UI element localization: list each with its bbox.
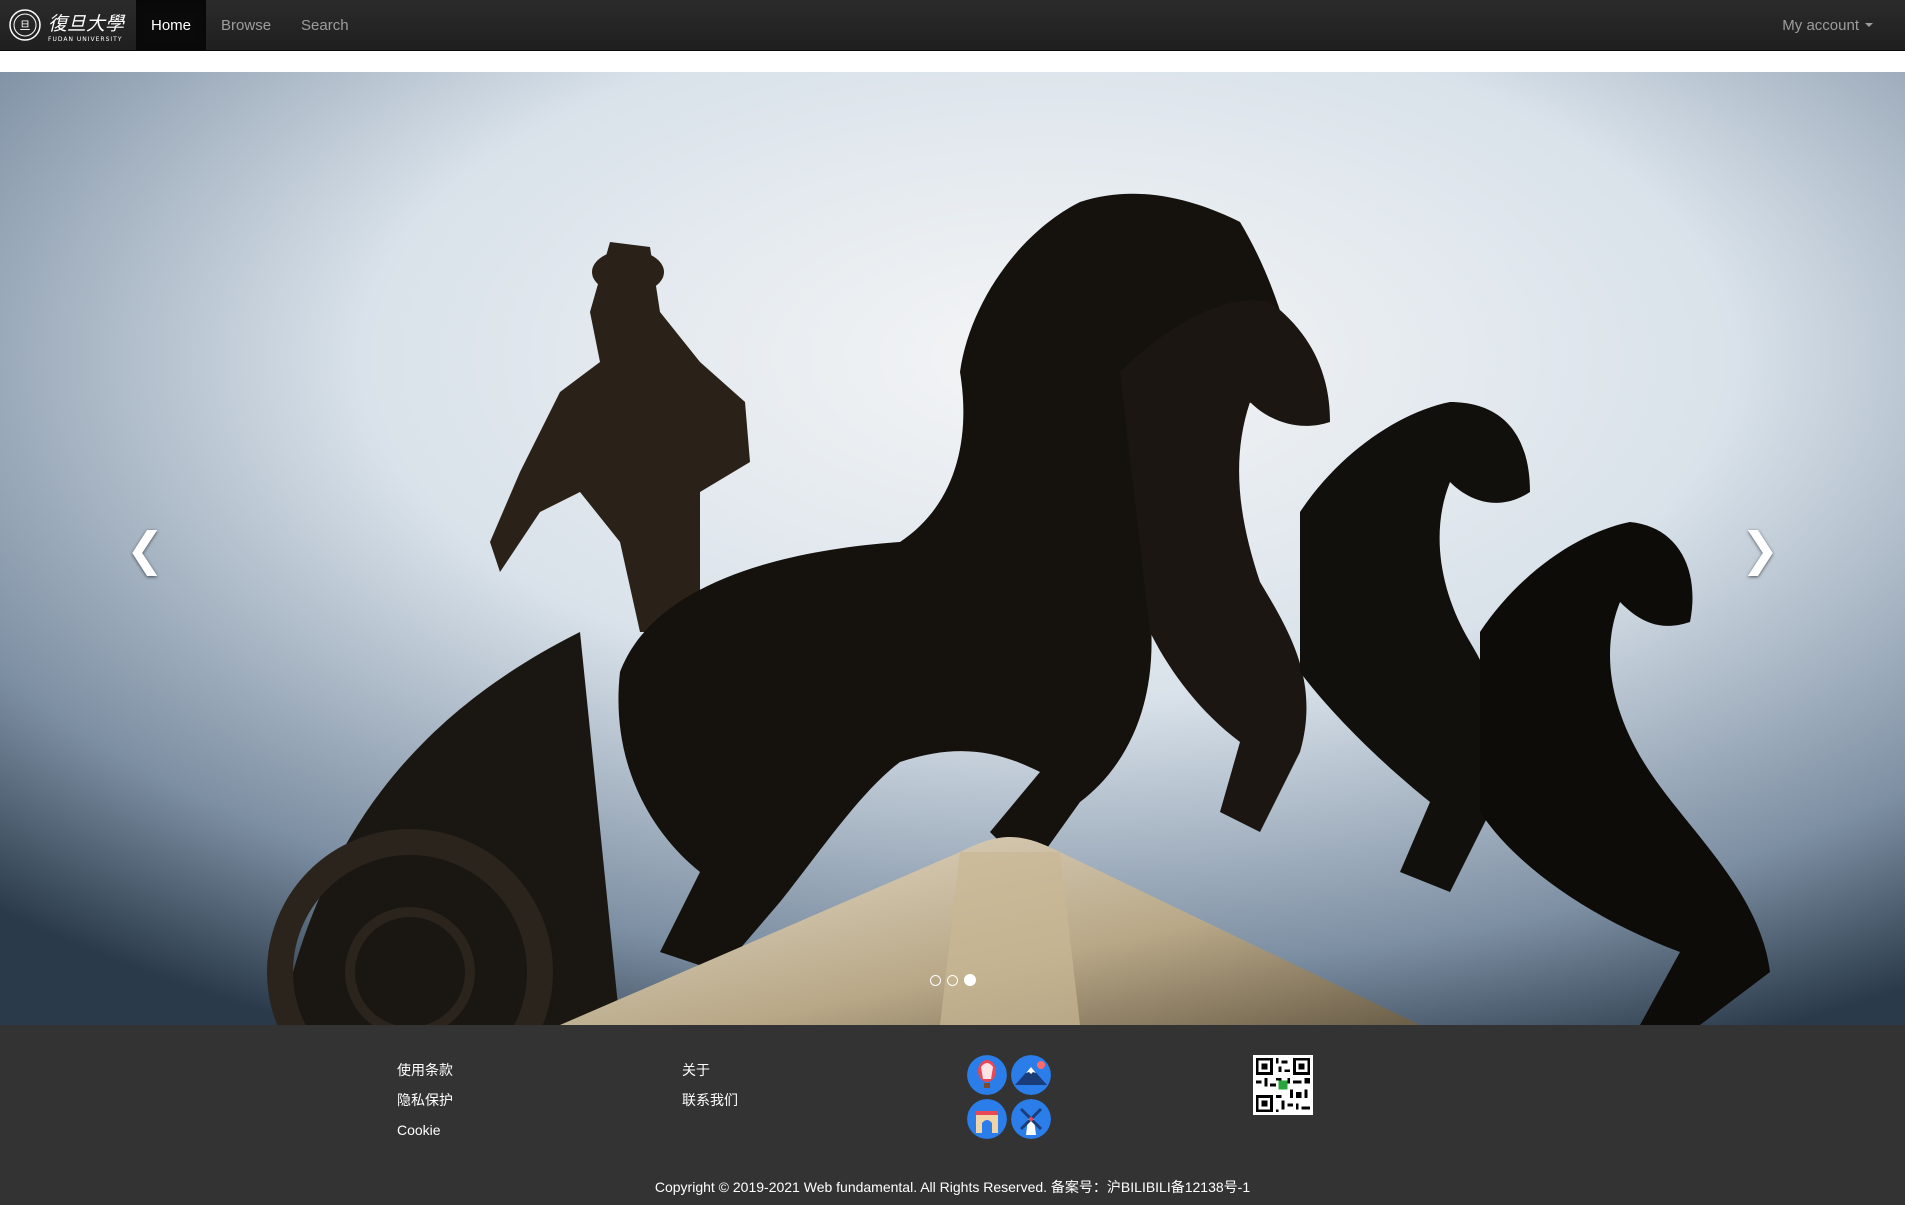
mount-fuji-icon[interactable] [1011, 1055, 1051, 1095]
carousel-dot-2[interactable] [946, 975, 958, 986]
footer-col-legal: 使用条款 隐私保护 Cookie [397, 1055, 453, 1145]
logo-text: 復旦大學 [48, 13, 126, 35]
chevron-right-icon: ❯ [1740, 522, 1780, 575]
logo-subtext: FUDAN UNIVERSITY [48, 36, 122, 43]
footer-link-cookie[interactable]: Cookie [397, 1115, 453, 1145]
travel-icon-grid [967, 1055, 1053, 1139]
my-account-toggle[interactable]: My account [1782, 17, 1873, 34]
qr-code-image [1253, 1055, 1313, 1115]
site-footer: 使用条款 隐私保护 Cookie 关于 联系我们 Copyright © 201… [0, 1025, 1905, 1205]
nav-links: Home Browse Search [136, 0, 364, 50]
chevron-left-icon: ❮ [125, 522, 165, 575]
svg-text:旦: 旦 [20, 19, 31, 32]
brand-logo[interactable]: 旦 復旦大學 FUDAN UNIVERSITY [0, 0, 136, 50]
footer-link-contact[interactable]: 联系我们 [682, 1085, 738, 1115]
copyright-text: Copyright © 2019-2021 Web fundamental. A… [654, 1179, 1251, 1195]
my-account-label: My account [1782, 16, 1859, 34]
account-dropdown[interactable]: My account [1782, 0, 1905, 50]
carousel-dot-3[interactable] [963, 974, 976, 986]
footer-link-terms[interactable]: 使用条款 [397, 1055, 453, 1085]
hot-air-balloon-icon[interactable] [967, 1055, 1007, 1095]
nav-search[interactable]: Search [286, 0, 364, 50]
carousel-prev[interactable]: ❮ [0, 72, 290, 1025]
caret-down-icon [1865, 23, 1873, 27]
windmill-icon[interactable] [1011, 1099, 1051, 1139]
top-navbar: 旦 復旦大學 FUDAN UNIVERSITY Home Browse Sear… [0, 0, 1905, 51]
arc-de-triomphe-icon[interactable] [967, 1099, 1007, 1139]
fudan-logo-icon: 旦 復旦大學 FUDAN UNIVERSITY [9, 9, 126, 43]
carousel-dot-1[interactable] [929, 975, 941, 986]
nav-home[interactable]: Home [136, 0, 207, 50]
footer-link-privacy[interactable]: 隐私保护 [397, 1085, 453, 1115]
footer-col-about: 关于 联系我们 [682, 1055, 738, 1115]
carousel-next[interactable]: ❯ [1615, 72, 1905, 1025]
nav-browse[interactable]: Browse [206, 0, 286, 50]
carousel-indicators [0, 974, 1905, 986]
footer-link-about[interactable]: 关于 [682, 1055, 738, 1085]
hero-carousel: ❮ ❯ [0, 72, 1905, 1025]
